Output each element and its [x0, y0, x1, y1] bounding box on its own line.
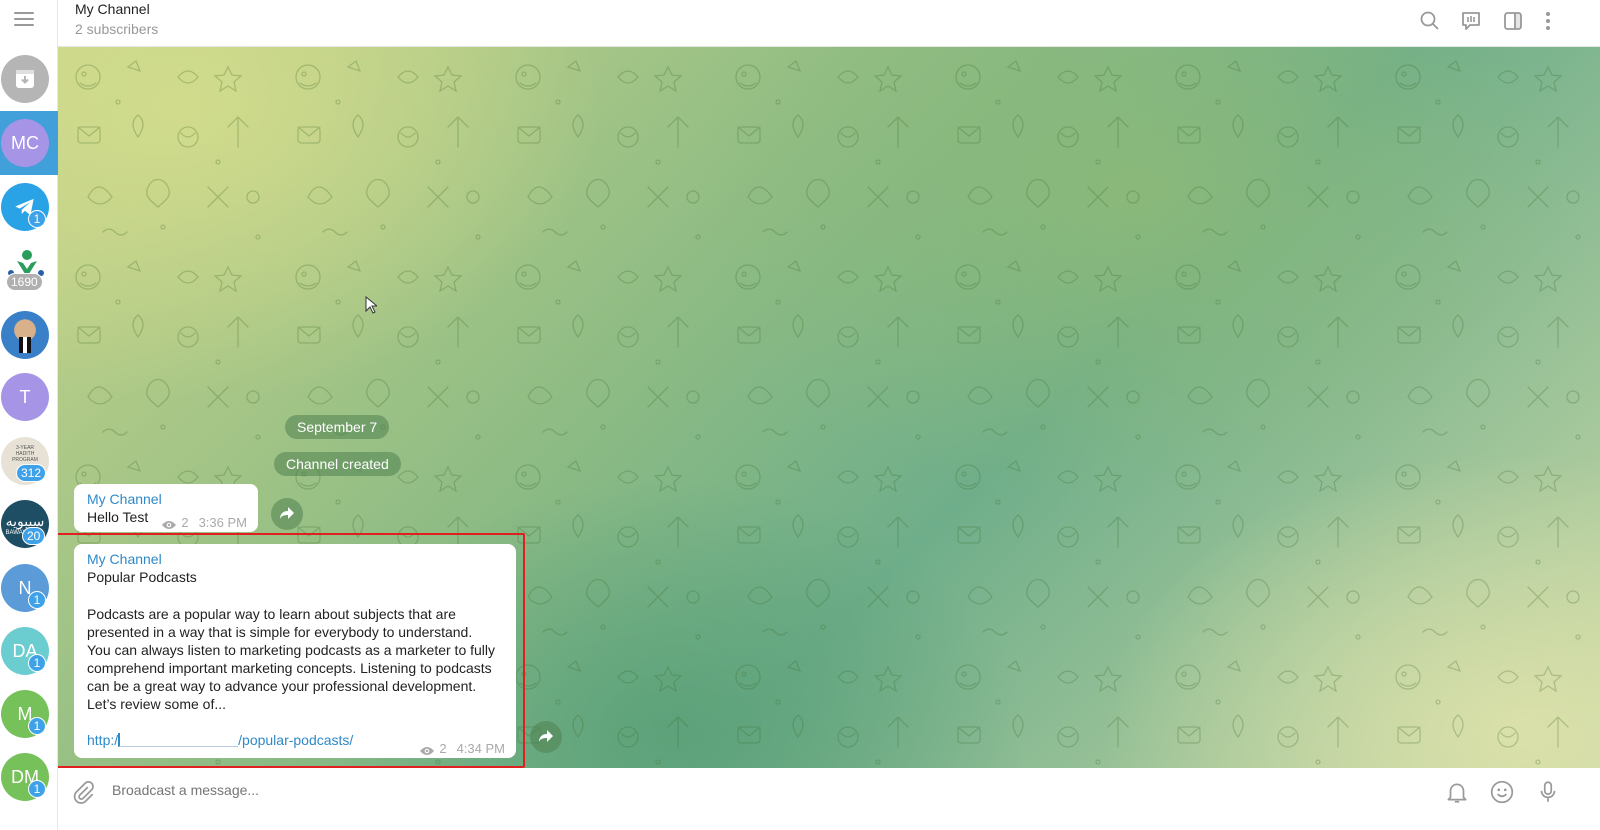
link-suffix: /popular-podcasts/	[238, 732, 354, 748]
post-title: Popular Podcasts	[87, 569, 197, 585]
post-body: Podcasts are a popular way to learn abou…	[87, 605, 495, 713]
views-eye-icon	[419, 744, 435, 755]
message-bubble[interactable]: My Channel Hello Test 2 3:36 PM	[74, 484, 258, 532]
message-history[interactable]: September 7 Channel created My Channel H…	[58, 47, 1600, 768]
message-meta: 2 3:36 PM	[161, 515, 247, 530]
post-body-line: presented in a way that is simple for ev…	[87, 624, 473, 640]
unread-badge: 1	[28, 591, 46, 609]
message-meta: 2 4:34 PM	[419, 741, 505, 756]
post-body-line: You can always listen to marketing podca…	[87, 642, 496, 658]
views-eye-icon	[161, 518, 177, 529]
emoji-icon[interactable]	[1489, 779, 1515, 805]
chat-list-sidebar: MC 1 1690 T 3-YEAR HADITH PROGRAM 312 سي…	[0, 0, 58, 830]
chat-item-my-channel[interactable]: MC	[0, 111, 58, 175]
channel-title[interactable]: My Channel	[75, 1, 150, 17]
avatar-initials: MC	[11, 132, 39, 153]
post-link[interactable]: http:/ /popular-podcasts/	[87, 732, 353, 748]
chat-item-logo[interactable]: 1690	[0, 239, 58, 303]
chat-header: My Channel 2 subscribers	[58, 0, 1600, 47]
chat-item-archive[interactable]	[0, 47, 58, 111]
unread-badge: 1	[28, 654, 46, 672]
forward-button[interactable]	[530, 721, 562, 753]
message-composer	[58, 768, 1600, 830]
message-author[interactable]: My Channel	[87, 491, 162, 507]
unread-badge: 1	[28, 210, 46, 228]
message-time: 4:34 PM	[456, 741, 505, 756]
chat-item-m[interactable]: M 1	[0, 687, 58, 751]
chat-item-arabic[interactable]: سيبويه BAWAYH 20	[0, 495, 58, 559]
message-author[interactable]: My Channel	[87, 551, 162, 567]
search-icon[interactable]	[1418, 9, 1442, 33]
avatar: T	[1, 373, 49, 421]
unread-badge: 1	[28, 780, 46, 798]
chat-item-photo[interactable]	[0, 303, 58, 367]
view-count: 2	[439, 741, 447, 756]
message-text: Hello Test	[87, 509, 149, 525]
microphone-icon[interactable]	[1535, 779, 1561, 805]
chat-item-da[interactable]: DA 1	[0, 623, 58, 687]
link-prefix: http:/	[87, 732, 119, 748]
forward-button[interactable]	[271, 498, 303, 530]
menu-icon[interactable]	[14, 12, 34, 28]
subscriber-count: 2 subscribers	[75, 21, 159, 37]
chat-item-telegram[interactable]: 1	[0, 175, 58, 239]
post-body-line: Let’s review some of...	[87, 696, 227, 712]
unread-badge: 20	[22, 527, 46, 545]
more-vertical-icon[interactable]	[1536, 9, 1560, 33]
message-bubble[interactable]: My Channel Popular Podcasts Podcasts are…	[74, 544, 516, 758]
forward-icon	[279, 505, 295, 524]
forward-icon	[538, 728, 554, 747]
chat-item-hadith[interactable]: 3-YEAR HADITH PROGRAM 312	[0, 431, 58, 495]
post-body-line: comprehend important marketing concepts.…	[87, 660, 492, 676]
chat-item-dm[interactable]: DM 1	[0, 751, 58, 815]
date-separator: September 7	[285, 415, 390, 439]
mouse-cursor-icon	[365, 295, 379, 318]
message-time: 3:36 PM	[198, 515, 247, 530]
view-count: 2	[181, 515, 189, 530]
notifications-bell-icon[interactable]	[1444, 779, 1470, 805]
avatar-initials: T	[19, 386, 31, 407]
message-input[interactable]	[112, 782, 1412, 798]
chat-item-t[interactable]: T	[0, 367, 58, 431]
avatar-label: 3-YEAR HADITH PROGRAM	[12, 445, 38, 463]
avatar	[1, 311, 49, 359]
attach-icon[interactable]	[70, 780, 96, 806]
chat-item-n[interactable]: N 1	[0, 559, 58, 623]
unread-badge: 1	[28, 717, 46, 735]
unread-badge: 1690	[6, 273, 43, 291]
post-body-line: can be a great way to advance your profe…	[87, 678, 477, 694]
unread-badge: 312	[16, 464, 47, 482]
archive-icon	[1, 55, 49, 103]
service-message: Channel created	[274, 452, 401, 476]
post-body-line: Podcasts are a popular way to learn abou…	[87, 606, 456, 622]
avatar: MC	[1, 119, 49, 167]
redacted-domain	[118, 733, 239, 747]
live-chat-icon[interactable]	[1459, 9, 1483, 33]
sidebar-toggle-icon[interactable]	[1501, 9, 1525, 33]
